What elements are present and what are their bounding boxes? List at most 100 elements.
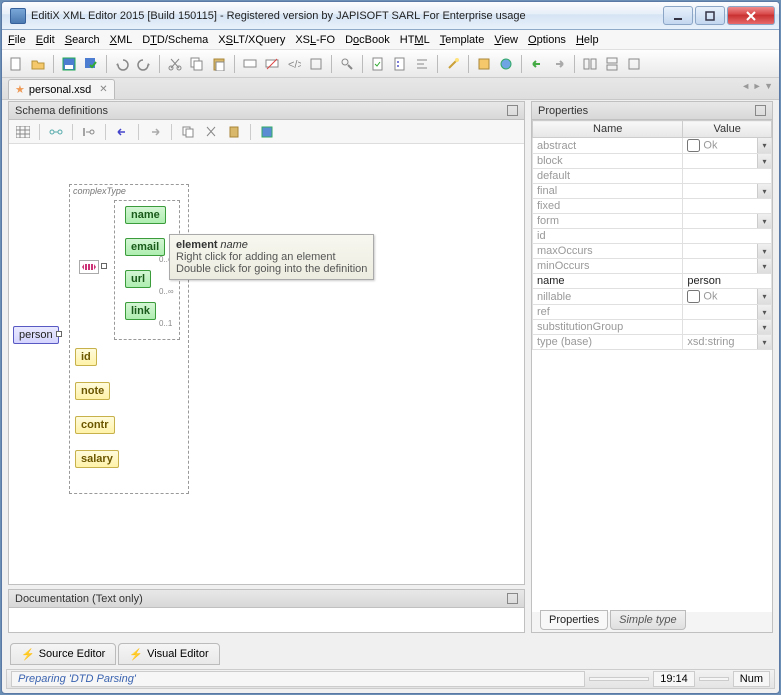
dropdown-icon[interactable]: ▾ xyxy=(757,154,771,168)
undo-icon[interactable] xyxy=(112,54,132,74)
nav-fwd-icon[interactable] xyxy=(145,122,165,142)
prop-row-name[interactable]: nameperson xyxy=(533,274,772,289)
prop-row-maxoccurs[interactable]: maxOccurs▾ xyxy=(533,244,772,259)
menu-edit[interactable]: Edit xyxy=(36,34,55,46)
cut2-icon[interactable] xyxy=(201,122,221,142)
prop-row-default[interactable]: default xyxy=(533,169,772,184)
tab-visual-editor[interactable]: ⚡Visual Editor xyxy=(118,643,219,665)
prop-row-nillable[interactable]: nillableOk▾ xyxy=(533,289,772,305)
dropdown-icon[interactable]: ▾ xyxy=(757,244,771,258)
open-icon[interactable] xyxy=(28,54,48,74)
col-name[interactable]: Name xyxy=(533,121,683,138)
dropdown-icon[interactable]: ▾ xyxy=(757,335,771,349)
prop-row-typebase[interactable]: type (base)xsd:string▾ xyxy=(533,335,772,350)
collapse-icon[interactable] xyxy=(79,122,99,142)
layout2-icon[interactable] xyxy=(602,54,622,74)
panel-toggle-icon[interactable] xyxy=(507,593,518,604)
maximize-button[interactable] xyxy=(695,6,725,25)
menu-file[interactable]: File xyxy=(8,34,26,46)
prop-row-ref[interactable]: ref▾ xyxy=(533,305,772,320)
find-icon[interactable] xyxy=(337,54,357,74)
menu-html[interactable]: HTML xyxy=(400,34,430,46)
root-node[interactable]: person xyxy=(13,326,59,344)
menu-help[interactable]: Help xyxy=(576,34,599,46)
wand-icon[interactable] xyxy=(443,54,463,74)
dropdown-icon[interactable]: ▾ xyxy=(757,289,771,304)
tree-icon[interactable] xyxy=(390,54,410,74)
menu-search[interactable]: Search xyxy=(65,34,100,46)
element-link[interactable]: link xyxy=(125,302,156,320)
link-icon[interactable] xyxy=(46,122,66,142)
tab-nav[interactable]: ◄ ► ▼ xyxy=(741,81,773,91)
redo-icon[interactable] xyxy=(134,54,154,74)
dropdown-icon[interactable]: ▾ xyxy=(757,214,771,228)
paste-icon[interactable] xyxy=(209,54,229,74)
validate-icon[interactable] xyxy=(368,54,388,74)
element-name[interactable]: name xyxy=(125,206,166,224)
save-check-icon[interactable] xyxy=(81,54,101,74)
attribute-contr[interactable]: contr xyxy=(75,416,115,434)
menu-docbook[interactable]: DocBook xyxy=(345,34,390,46)
close-button[interactable] xyxy=(727,6,775,25)
sequence-handle[interactable] xyxy=(79,260,99,274)
format-icon[interactable] xyxy=(412,54,432,74)
run-icon[interactable] xyxy=(474,54,494,74)
menu-xsltxquery[interactable]: XSLT/XQuery xyxy=(218,34,285,46)
dropdown-icon[interactable]: ▾ xyxy=(757,305,771,319)
dropdown-icon[interactable]: ▾ xyxy=(757,320,771,334)
attribute-id[interactable]: id xyxy=(75,348,97,366)
menu-view[interactable]: View xyxy=(494,34,518,46)
nav-back-icon[interactable] xyxy=(112,122,132,142)
dropdown-icon[interactable]: ▾ xyxy=(757,184,771,198)
panel-toggle-icon[interactable] xyxy=(755,105,766,116)
file-tab[interactable]: ★ personal.xsd ✕ xyxy=(8,79,115,99)
dropdown-icon[interactable]: ▾ xyxy=(757,138,771,153)
documentation-body[interactable] xyxy=(9,608,524,632)
tab-properties[interactable]: Properties xyxy=(540,610,608,630)
copy-icon[interactable] xyxy=(187,54,207,74)
menu-xml[interactable]: XML xyxy=(110,34,133,46)
menu-dtdschema[interactable]: DTD/Schema xyxy=(142,34,208,46)
prop-row-minoccurs[interactable]: minOccurs▾ xyxy=(533,259,772,274)
prop-row-id[interactable]: id xyxy=(533,229,772,244)
new-icon[interactable] xyxy=(6,54,26,74)
copy2-icon[interactable] xyxy=(178,122,198,142)
minimize-button[interactable] xyxy=(663,6,693,25)
dropdown-icon[interactable]: ▾ xyxy=(757,259,771,273)
attribute-note[interactable]: note xyxy=(75,382,110,400)
titlebar[interactable]: EditiX XML Editor 2015 [Build 150115] - … xyxy=(2,2,779,30)
paste2-icon[interactable] xyxy=(224,122,244,142)
root-port[interactable] xyxy=(56,331,62,337)
menu-template[interactable]: Template xyxy=(440,34,485,46)
comment-icon[interactable] xyxy=(240,54,260,74)
menu-options[interactable]: Options xyxy=(528,34,566,46)
prop-row-final[interactable]: final▾ xyxy=(533,184,772,199)
element-email[interactable]: email xyxy=(125,238,165,256)
tag-icon[interactable]: </> xyxy=(284,54,304,74)
surround-icon[interactable] xyxy=(306,54,326,74)
menu-xslfo[interactable]: XSL-FO xyxy=(295,34,335,46)
prop-row-substitutiongroup[interactable]: substitutionGroup▾ xyxy=(533,320,772,335)
prop-row-abstract[interactable]: abstractOk▾ xyxy=(533,138,772,154)
tab-source-editor[interactable]: ⚡Source Editor xyxy=(10,643,116,665)
prop-row-block[interactable]: block▾ xyxy=(533,154,772,169)
prop-row-fixed[interactable]: fixed xyxy=(533,199,772,214)
layout1-icon[interactable] xyxy=(580,54,600,74)
sequence-port[interactable] xyxy=(101,263,107,269)
panel-toggle-icon[interactable] xyxy=(507,105,518,116)
back-arrow-icon[interactable] xyxy=(527,54,547,74)
prop-row-form[interactable]: form▾ xyxy=(533,214,772,229)
schema-canvas[interactable]: complexType person nameemail0..∞url0..∞l… xyxy=(9,144,524,584)
browser-icon[interactable] xyxy=(496,54,516,74)
grid-icon[interactable] xyxy=(13,122,33,142)
view-mode-icon[interactable] xyxy=(257,122,277,142)
save-icon[interactable] xyxy=(59,54,79,74)
forward-arrow-icon[interactable] xyxy=(549,54,569,74)
close-tab-icon[interactable]: ✕ xyxy=(99,84,107,95)
col-value[interactable]: Value xyxy=(683,121,772,138)
layout3-icon[interactable] xyxy=(624,54,644,74)
cut-icon[interactable] xyxy=(165,54,185,74)
attribute-salary[interactable]: salary xyxy=(75,450,119,468)
element-url[interactable]: url xyxy=(125,270,151,288)
tab-simple-type[interactable]: Simple type xyxy=(610,610,685,630)
